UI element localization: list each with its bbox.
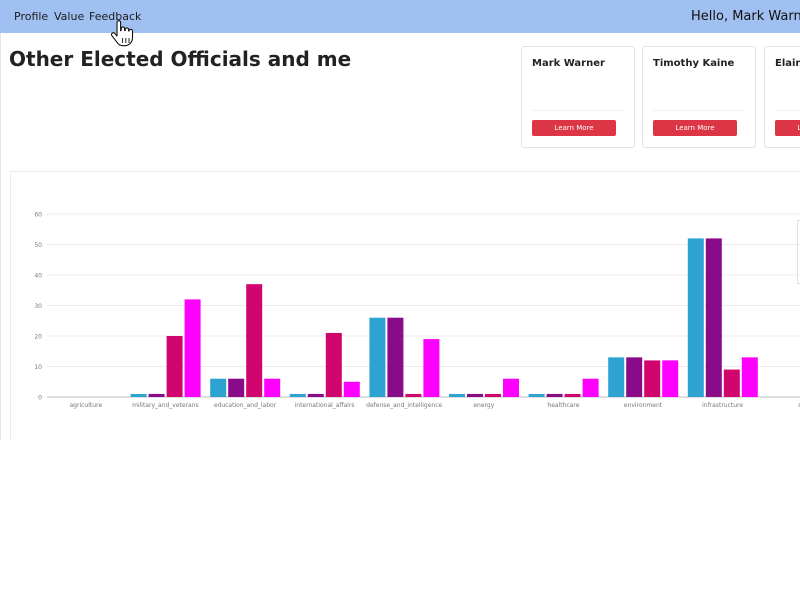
chart-bar [325, 332, 342, 397]
main-content: Other Elected Officials and me Mark Warn… [0, 33, 800, 440]
chart-bar [264, 378, 281, 397]
chart-bar [405, 393, 422, 397]
chart-bar [210, 378, 227, 397]
x-tick-label: environment [624, 402, 663, 409]
chart-bar [564, 393, 581, 397]
chart-bar [741, 357, 758, 397]
chart-bar [148, 393, 165, 397]
x-tick-label: military_and_veterans [132, 402, 199, 409]
chart-bar [184, 299, 201, 397]
chart-bar [528, 393, 545, 397]
hand-pointer-icon [110, 20, 134, 47]
chart-bar [246, 284, 263, 397]
y-tick-label: 0 [38, 395, 42, 402]
chart-bar [626, 357, 643, 397]
y-tick-label: 50 [34, 242, 42, 249]
chart-bar [723, 369, 740, 397]
chart-bar [449, 393, 465, 397]
y-tick-label: 20 [34, 334, 42, 341]
y-tick-label: 40 [34, 273, 42, 280]
chart-bar [423, 339, 440, 397]
x-tick-label: international_affairs [295, 402, 355, 409]
chart-bar [687, 238, 704, 397]
chart-bar [503, 378, 519, 397]
chart-bar [467, 393, 483, 397]
nav-value-link[interactable]: Value [54, 10, 84, 23]
chart-bar [307, 393, 324, 397]
chart-bar [387, 317, 404, 397]
chart-bar [369, 317, 386, 397]
chart-bar [546, 393, 563, 397]
chart-bar [608, 357, 625, 397]
x-tick-label: education_and_labor [214, 402, 277, 409]
chart-bar [130, 393, 147, 397]
y-tick-label: 10 [34, 364, 42, 371]
issue-bar-chart: 0 10 20 30 40 50 60 agriculture military_and_vet… [34, 212, 800, 409]
y-tick-label: 30 [34, 303, 42, 310]
chart-bar [289, 393, 306, 397]
chart-bar [228, 378, 245, 397]
chart-bar [644, 360, 661, 397]
chart-bar [705, 238, 722, 397]
chart-bar [166, 336, 183, 397]
user-greeting: Hello, Mark Warner [691, 9, 800, 24]
y-tick-label: 60 [34, 212, 42, 219]
x-tick-label: healthcare [547, 402, 579, 409]
nav-profile-link[interactable]: Profile [14, 10, 48, 23]
chart-bar [485, 393, 501, 397]
chart-bar [662, 360, 679, 397]
x-tick-label: energy [473, 402, 494, 409]
x-tick-label: defense_and_intelligence [366, 402, 442, 409]
x-tick-label: infrastructure [702, 402, 743, 409]
chart-bar [582, 378, 599, 397]
chart-bar [343, 381, 360, 397]
x-tick-label: agriculture [70, 402, 103, 409]
